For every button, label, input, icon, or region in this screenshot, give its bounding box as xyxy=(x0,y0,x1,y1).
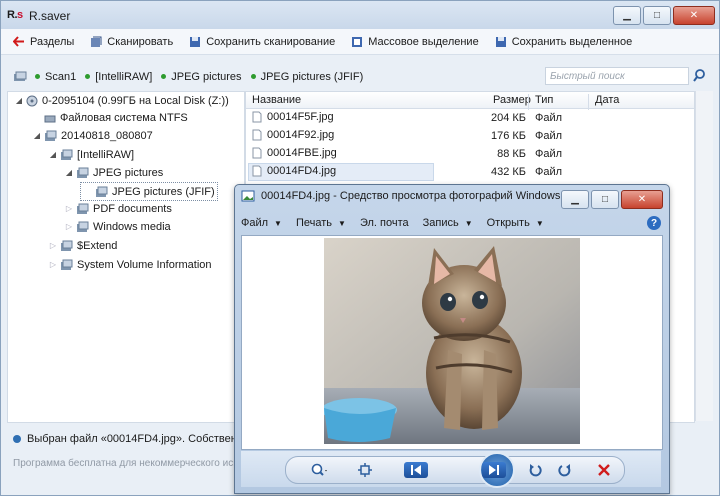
footer-note: Программа бесплатна для некоммерческого … xyxy=(13,458,250,469)
tree-item-scan-folder[interactable]: ◢ 20140818_080807 xyxy=(32,127,153,144)
viewer-menu: Файл ▼ Печать ▼ Эл. почта Запись ▼ Открыть ▼ xyxy=(241,213,661,233)
toolbar: Разделы Сканировать Сохранить сканирован… xyxy=(1,29,719,55)
tree-item-disk[interactable]: ◢ 0-2095104 (0.99ГБ на Local Disk (Z:)) xyxy=(14,92,229,109)
window-title: R.saver xyxy=(29,9,71,23)
folder-icon xyxy=(77,167,89,178)
tree-item-svi[interactable]: ▷ System Volume Information xyxy=(48,256,212,273)
vertical-scrollbar[interactable] xyxy=(695,91,713,421)
quick-search-input[interactable]: Быстрый поиск xyxy=(545,67,689,85)
tree-item-media[interactable]: ▷ Windows media xyxy=(64,218,171,235)
rotate-left-icon[interactable] xyxy=(526,462,544,478)
save-scan-button[interactable]: Сохранить сканирование xyxy=(189,36,335,48)
back-arrow-icon xyxy=(13,36,24,47)
breadcrumb-item[interactable]: JPEG pictures xyxy=(161,71,242,83)
minimize-button[interactable]: ▁ xyxy=(613,6,641,25)
actual-size-icon[interactable] xyxy=(356,462,374,478)
save-icon xyxy=(495,36,506,47)
file-icon xyxy=(252,165,262,177)
photo-area xyxy=(241,235,663,450)
maximize-button[interactable]: □ xyxy=(643,6,671,25)
file-icon xyxy=(252,111,262,123)
folder-tree: ◢ 0-2095104 (0.99ГБ на Local Disk (Z:)) … xyxy=(7,91,245,423)
previous-icon[interactable] xyxy=(404,462,428,478)
disk-icon xyxy=(14,71,27,81)
column-date[interactable]: Дата xyxy=(595,94,619,106)
column-size[interactable]: Размер xyxy=(493,94,531,106)
breadcrumb: Scan1 [IntelliRAW] JPEG pictures JPEG pi… xyxy=(13,68,541,85)
breadcrumb-item[interactable]: [IntelliRAW] xyxy=(85,71,152,83)
kitten-photo xyxy=(324,238,580,444)
tree-item-intelliraw[interactable]: ◢ [IntelliRAW] xyxy=(48,146,134,163)
rotate-right-icon[interactable] xyxy=(556,462,574,478)
viewer-close-button[interactable]: ✕ xyxy=(621,190,663,209)
disk-icon xyxy=(26,95,38,106)
scan-folder-icon xyxy=(45,130,57,141)
folder-icon xyxy=(61,149,73,160)
close-button[interactable]: ✕ xyxy=(673,6,715,25)
menu-file[interactable]: Файл ▼ xyxy=(241,217,282,229)
info-icon xyxy=(13,435,21,443)
delete-icon[interactable] xyxy=(596,462,612,478)
list-header: Название Размер Тип Дата xyxy=(246,92,694,110)
title-bar: R.s R.saver ▁ □ ✕ xyxy=(1,1,719,29)
save-selected-button[interactable]: Сохранить выделенное xyxy=(495,36,632,48)
table-row-selected[interactable]: 00014FD4.jpg 432 КБ Файл xyxy=(246,163,694,181)
tree-item-ntfs[interactable]: Файловая система NTFS xyxy=(32,109,188,126)
tree-item-jpeg[interactable]: ◢ JPEG pictures xyxy=(64,164,163,181)
folder-icon xyxy=(96,186,108,197)
file-icon xyxy=(252,129,262,141)
folder-icon xyxy=(77,203,89,214)
breadcrumb-item[interactable]: JPEG pictures (JFIF) xyxy=(250,71,363,83)
scan-icon xyxy=(91,36,102,47)
viewer-minimize-button[interactable]: ▁ xyxy=(561,190,589,209)
zoom-icon[interactable] xyxy=(308,462,330,478)
folder-icon xyxy=(61,240,73,251)
bulk-select-button[interactable]: Массовое выделение xyxy=(351,36,479,48)
file-icon xyxy=(252,147,262,159)
drive-icon xyxy=(44,115,56,122)
table-row[interactable]: 00014F5F.jpg 204 КБ Файл xyxy=(246,109,694,127)
search-icon[interactable] xyxy=(693,69,706,82)
app-logo: R.s xyxy=(7,9,23,21)
tree-item-extend[interactable]: ▷ $Extend xyxy=(48,237,117,254)
save-icon xyxy=(190,36,201,47)
table-row[interactable]: 00014FBE.jpg 88 КБ Файл xyxy=(246,145,694,163)
bulk-select-icon xyxy=(352,36,363,47)
photo-viewer-window: 00014FD4.jpg - Средство просмотра фотогр… xyxy=(234,184,670,494)
viewer-title-bar: 00014FD4.jpg - Средство просмотра фотогр… xyxy=(241,190,560,202)
viewer-maximize-button[interactable]: □ xyxy=(591,190,619,209)
breadcrumb-item[interactable]: Scan1 xyxy=(35,71,76,83)
tree-item-jfif[interactable]: JPEG pictures (JFIF) xyxy=(80,182,218,201)
table-row[interactable]: 00014F92.jpg 176 КБ Файл xyxy=(246,127,694,145)
next-icon[interactable] xyxy=(482,462,506,478)
menu-burn[interactable]: Запись ▼ xyxy=(423,217,473,229)
column-name[interactable]: Название xyxy=(252,94,301,106)
viewer-controls xyxy=(241,451,661,488)
partitions-button[interactable]: Разделы xyxy=(13,36,74,48)
menu-open[interactable]: Открыть ▼ xyxy=(487,217,544,229)
help-icon[interactable]: ? xyxy=(647,216,661,230)
scan-button[interactable]: Сканировать xyxy=(90,36,173,48)
menu-email[interactable]: Эл. почта xyxy=(360,217,409,229)
photo-icon xyxy=(241,190,255,202)
folder-icon xyxy=(77,221,89,232)
folder-icon xyxy=(61,259,73,270)
menu-print[interactable]: Печать ▼ xyxy=(296,217,346,229)
tree-item-pdf[interactable]: ▷ PDF documents xyxy=(64,200,172,217)
column-type[interactable]: Тип xyxy=(535,94,553,106)
controls-bar xyxy=(285,452,625,488)
